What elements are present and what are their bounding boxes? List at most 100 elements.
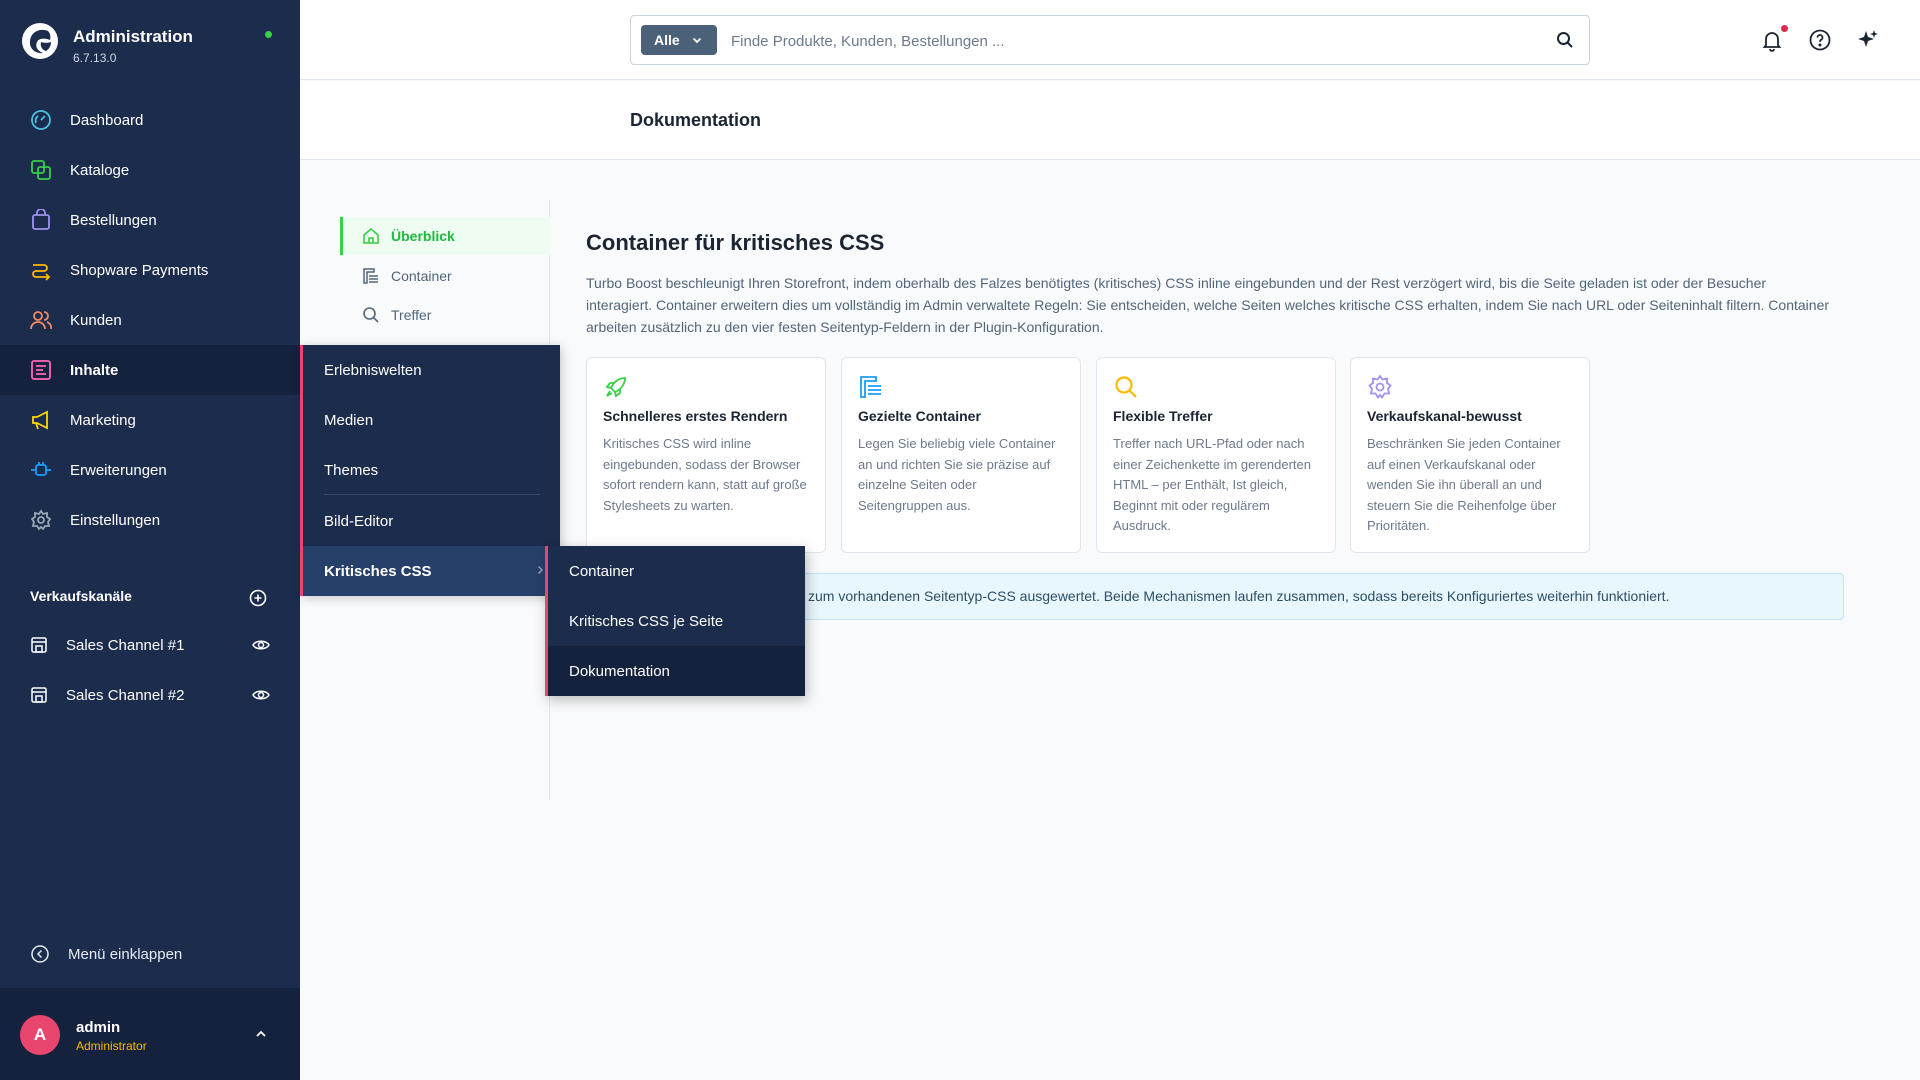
sales-channels-heading: Verkaufskanäle xyxy=(30,588,132,604)
megaphone-icon xyxy=(30,409,52,431)
app-title: Administration xyxy=(73,27,193,46)
collapse-icon xyxy=(31,945,49,963)
global-search: Alle xyxy=(630,15,1590,65)
nav-item-bestellungen[interactable]: Bestellungen xyxy=(0,195,300,245)
flyout-label: Themes xyxy=(324,461,379,479)
flyout-item-bild-editor[interactable]: Bild-Editor xyxy=(303,496,560,546)
sales-channel-item[interactable]: Sales Channel #2 xyxy=(30,683,270,707)
eye-icon[interactable] xyxy=(252,686,270,704)
eye-icon[interactable] xyxy=(252,636,270,654)
flyout-divider xyxy=(324,494,540,495)
flyout-item-themes[interactable]: Themes xyxy=(303,445,560,495)
sidebar: Administration 6.7.13.0 Dashboard Katalo… xyxy=(0,0,300,1080)
nav-item-inhalte[interactable]: Inhalte xyxy=(0,345,300,395)
nav-label: Bestellungen xyxy=(70,211,157,229)
search-type-label: Alle xyxy=(654,32,680,48)
feature-card: Flexible Treffer Treffer nach URL-Pfad o… xyxy=(1096,357,1336,553)
brand-header: Administration 6.7.13.0 xyxy=(0,0,300,88)
gear-icon xyxy=(30,509,52,531)
critical-css-submenu: Container Kritisches CSS je Seite Dokume… xyxy=(545,546,805,696)
nav-item-marketing[interactable]: Marketing xyxy=(0,395,300,445)
help-icon[interactable] xyxy=(1808,28,1832,52)
nav-label: Erweiterungen xyxy=(70,461,167,479)
flyout-label: Kritisches CSS xyxy=(324,562,432,580)
info-text: zum vorhandenen Seitentyp-CSS ausgewerte… xyxy=(808,588,1670,604)
nav-label: Shopware Payments xyxy=(70,261,209,279)
plug-icon xyxy=(30,459,52,481)
sparkle-icon[interactable] xyxy=(1856,28,1880,52)
status-indicator xyxy=(265,31,272,38)
subnav-item-treffer[interactable]: Treffer xyxy=(340,296,550,334)
submenu-item-dokumentation[interactable]: Dokumentation xyxy=(548,646,805,696)
nav-label: Einstellungen xyxy=(70,511,161,529)
gear-icon xyxy=(1368,374,1392,400)
card-title: Verkaufskanal-bewusst xyxy=(1367,408,1522,424)
search-type-select[interactable]: Alle xyxy=(641,25,717,55)
nav-label: Marketing xyxy=(70,411,136,429)
flyout-item-medien[interactable]: Medien xyxy=(303,395,560,445)
feature-card: Verkaufskanal-bewusst Beschränken Sie je… xyxy=(1350,357,1590,553)
flyout-item-kritisches-css[interactable]: Kritisches CSS xyxy=(303,546,560,596)
nav-item-erweiterungen[interactable]: Erweiterungen xyxy=(0,445,300,495)
home-icon xyxy=(363,227,379,244)
sales-channel-label: Sales Channel #1 xyxy=(66,636,185,654)
search-icon[interactable] xyxy=(1556,31,1574,49)
container-icon xyxy=(363,268,378,284)
app-version: 6.7.13.0 xyxy=(73,51,117,65)
flyout-label: Bild-Editor xyxy=(324,512,394,530)
bell-icon[interactable] xyxy=(1760,28,1784,52)
sales-channel-label: Sales Channel #2 xyxy=(66,686,185,704)
collapse-menu-button[interactable]: Menü einklappen xyxy=(30,944,182,964)
main-nav: Dashboard Kataloge Bestellungen Shopware… xyxy=(0,95,300,545)
nav-label: Dashboard xyxy=(70,111,144,129)
subnav-label: Container xyxy=(391,268,452,284)
card-title: Schnelleres erstes Rendern xyxy=(603,408,788,424)
content-flyout-menu: Erlebniswelten Medien Themes Bild-Editor… xyxy=(300,345,560,596)
subnav-label: Treffer xyxy=(391,307,432,323)
rocket-icon xyxy=(605,377,626,398)
add-sales-channel-icon[interactable] xyxy=(249,589,267,607)
notification-badge xyxy=(1781,25,1788,32)
user-role: Administrator xyxy=(76,1039,147,1053)
search-icon xyxy=(363,307,379,323)
card-text: Legen Sie beliebig viele Container an un… xyxy=(858,436,1056,513)
nav-item-kunden[interactable]: Kunden xyxy=(0,295,300,345)
nav-label: Kataloge xyxy=(70,161,130,179)
nav-item-dashboard[interactable]: Dashboard xyxy=(0,95,300,145)
nav-item-einstellungen[interactable]: Einstellungen xyxy=(0,495,300,545)
submenu-item-container[interactable]: Container xyxy=(548,546,805,596)
page-header: Dokumentation xyxy=(300,81,1920,160)
top-bar: Alle xyxy=(300,0,1920,80)
submenu-label: Dokumentation xyxy=(569,662,670,680)
card-text: Kritisches CSS wird inline eingebunden, … xyxy=(603,436,807,513)
payment-icon xyxy=(30,259,52,281)
catalog-icon xyxy=(30,159,52,181)
submenu-item-css-per-page[interactable]: Kritisches CSS je Seite xyxy=(548,596,805,646)
subnav-item-overview[interactable]: Überblick xyxy=(340,217,550,255)
nav-label: Kunden xyxy=(70,311,122,329)
search-icon xyxy=(1115,376,1137,398)
sales-channel-item[interactable]: Sales Channel #1 xyxy=(30,633,270,657)
shopware-logo-icon[interactable] xyxy=(21,22,59,60)
submenu-label: Container xyxy=(569,562,635,580)
storefront-icon xyxy=(31,637,47,653)
chevron-up-icon[interactable] xyxy=(253,1026,269,1042)
customers-icon xyxy=(30,309,52,331)
user-name: admin xyxy=(76,1019,121,1036)
nav-item-shopware-payments[interactable]: Shopware Payments xyxy=(0,245,300,295)
search-input[interactable] xyxy=(731,26,1511,56)
subnav-item-container[interactable]: Container xyxy=(340,257,550,295)
nav-label: Inhalte xyxy=(70,361,119,379)
nav-item-kataloge[interactable]: Kataloge xyxy=(0,145,300,195)
subnav-label: Überblick xyxy=(391,228,455,244)
card-text: Treffer nach URL-Pfad oder nach einer Ze… xyxy=(1113,436,1312,533)
feature-card: Schnelleres erstes Rendern Kritisches CS… xyxy=(586,357,826,553)
flyout-item-erlebniswelten[interactable]: Erlebniswelten xyxy=(303,345,560,395)
submenu-label: Kritisches CSS je Seite xyxy=(569,612,724,630)
avatar[interactable]: A xyxy=(20,1015,60,1055)
chevron-down-icon xyxy=(692,37,702,44)
flyout-label: Erlebniswelten xyxy=(324,361,422,379)
content-description: Turbo Boost beschleunigt Ihren Storefron… xyxy=(586,275,1830,335)
storefront-icon xyxy=(31,687,47,703)
shopping-bag-icon xyxy=(30,209,52,231)
